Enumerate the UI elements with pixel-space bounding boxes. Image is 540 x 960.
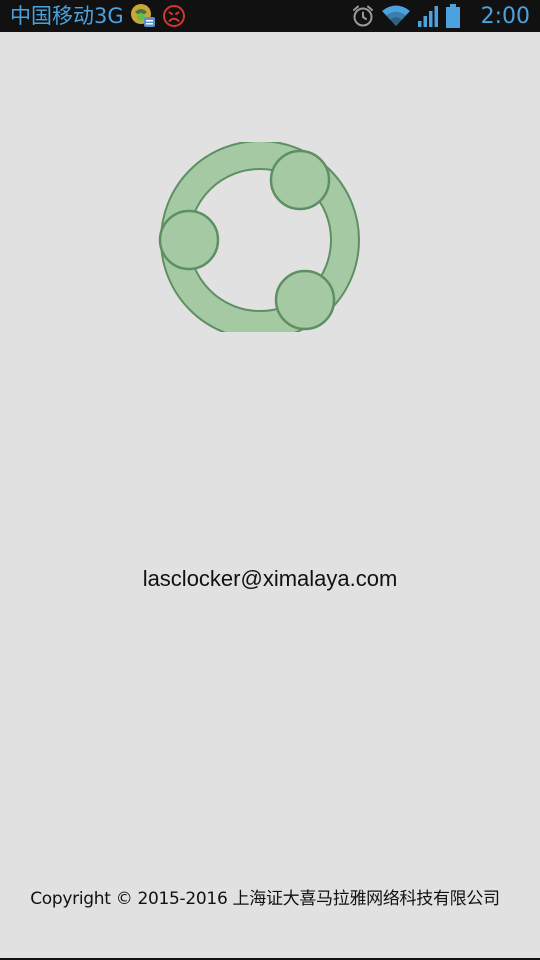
wifi-icon <box>381 4 411 28</box>
status-bar-right: 2:00 <box>351 0 530 32</box>
alarm-icon <box>351 4 375 28</box>
status-clock: 2:00 <box>480 3 530 29</box>
carrier-name: 中国移动3G <box>10 4 124 28</box>
status-bar-left: 中国移动3G <box>10 0 186 32</box>
contact-email: lasclocker@ximalaya.com <box>142 566 398 591</box>
battery-icon <box>445 3 461 29</box>
status-bar: 中国移动3G 2:00 <box>0 0 540 32</box>
app-notification-icon <box>130 3 156 29</box>
ximalaya-logo-icon <box>150 140 360 340</box>
splash-screen: lasclocker@ximalaya.com Copyright © 2015… <box>0 32 540 958</box>
sad-face-icon <box>162 4 186 28</box>
copyright-text: Copyright © 2015-2016 上海证大喜马拉雅网络科技有限公司 <box>30 889 500 909</box>
signal-icon <box>417 4 439 28</box>
